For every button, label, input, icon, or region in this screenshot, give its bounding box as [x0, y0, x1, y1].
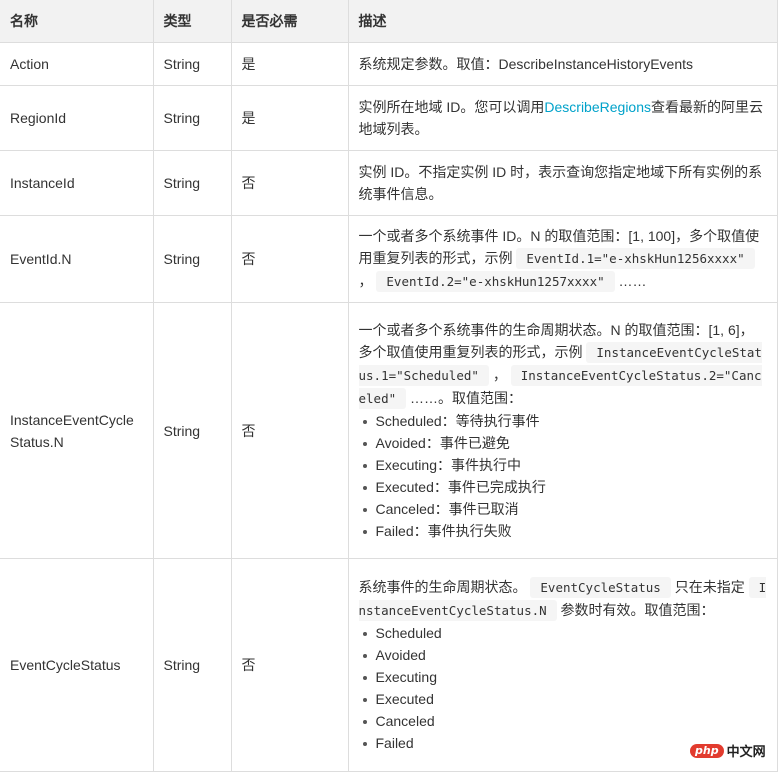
list-item: Scheduled：等待执行事件 [362, 410, 767, 432]
table-row: RegionId String 是 实例所在地域 ID。您可以调用Describ… [0, 85, 778, 151]
value-list: Scheduled Avoided Executing Executed Can… [359, 622, 767, 754]
param-required: 是 [230, 85, 349, 151]
param-description: 实例所在地域 ID。您可以调用DescribeRegions查看最新的阿里云地域… [347, 85, 778, 151]
table-row: InstanceEventCycleStatus.N String 否 一个或者… [0, 302, 778, 559]
table-row: Action String 是 系统规定参数。取值：DescribeInstan… [0, 42, 778, 86]
desc-text: ……。取值范围： [410, 390, 523, 406]
header-required: 是否必需 [230, 0, 349, 43]
param-type: String [152, 42, 232, 86]
list-item: Avoided：事件已避免 [362, 432, 767, 454]
param-type: String [152, 85, 232, 151]
param-description: 一个或者多个系统事件 ID。N 的取值范围：[1, 100]，多个取值使用重复列… [347, 215, 778, 303]
list-item: Failed：事件执行失败 [362, 520, 767, 542]
header-name: 名称 [0, 0, 154, 43]
param-name: Action [0, 42, 154, 86]
desc-text: 只在未指定 [674, 579, 745, 595]
list-item: Avoided [362, 644, 767, 666]
table-row: EventId.N String 否 一个或者多个系统事件 ID。N 的取值范围… [0, 215, 778, 303]
param-name: InstanceId [0, 150, 154, 216]
list-item: Executed：事件已完成执行 [362, 476, 767, 498]
value-list: Scheduled：等待执行事件 Avoided：事件已避免 Executing… [359, 410, 767, 542]
list-item: Scheduled [362, 622, 767, 644]
param-description: 一个或者多个系统事件的生命周期状态。N 的取值范围：[1, 6]，多个取值使用重… [347, 302, 778, 559]
separator: ， [492, 367, 507, 383]
list-item: Executing：事件执行中 [362, 454, 767, 476]
param-description: 系统事件的生命周期状态。 EventCycleStatus 只在未指定 Inst… [347, 558, 778, 772]
param-name: InstanceEventCycleStatus.N [0, 302, 154, 559]
desc-text: …… [618, 273, 647, 289]
list-item: Executing [362, 666, 767, 688]
desc-text: 系统事件的生命周期状态。 [358, 579, 527, 595]
param-required: 是 [230, 42, 349, 86]
list-item: Canceled：事件已取消 [362, 498, 767, 520]
param-name: EventId.N [0, 215, 154, 303]
list-item: Executed [362, 688, 767, 710]
param-type: String [152, 558, 232, 772]
separator: ， [358, 273, 373, 289]
desc-paragraph: 系统事件的生命周期状态。 EventCycleStatus 只在未指定 Inst… [358, 576, 767, 622]
param-required: 否 [230, 558, 349, 772]
desc-paragraph: 一个或者多个系统事件的生命周期状态。N 的取值范围：[1, 6]，多个取值使用重… [358, 319, 767, 410]
param-required: 否 [230, 302, 349, 559]
header-type: 类型 [152, 0, 232, 43]
param-type: String [152, 302, 232, 559]
param-type: String [152, 150, 232, 216]
describe-regions-link[interactable]: DescribeRegions [544, 99, 651, 115]
site-watermark: php 中文网 [690, 741, 766, 760]
code-example: EventId.1="e-xhskHun1256xxxx" [516, 248, 755, 269]
table-row: EventCycleStatus String 否 系统事件的生命周期状态。 E… [0, 558, 778, 772]
watermark-site-name: 中文网 [726, 744, 766, 759]
table-header-row: 名称 类型 是否必需 描述 [0, 0, 778, 43]
param-description: 实例 ID。不指定实例 ID 时，表示查询您指定地域下所有实例的系统事件信息。 [347, 150, 778, 216]
desc-text: 参数时有效。取值范围： [560, 602, 715, 618]
code-example: EventId.2="e-xhskHun1257xxxx" [376, 271, 615, 292]
code-param: EventCycleStatus [530, 577, 671, 598]
table-row: InstanceId String 否 实例 ID。不指定实例 ID 时，表示查… [0, 150, 778, 216]
php-logo-icon: php [690, 743, 724, 758]
param-name: RegionId [0, 85, 154, 151]
header-description: 描述 [347, 0, 778, 43]
param-required: 否 [230, 150, 349, 216]
param-type: String [152, 215, 232, 303]
parameters-table: 名称 类型 是否必需 描述 Action String 是 系统规定参数。取值：… [0, 0, 778, 772]
param-description: 系统规定参数。取值：DescribeInstanceHistoryEvents [347, 42, 778, 86]
desc-text: 实例所在地域 ID。您可以调用 [358, 99, 545, 115]
param-name: EventCycleStatus [0, 558, 154, 772]
list-item: Canceled [362, 710, 767, 732]
param-required: 否 [230, 215, 349, 303]
